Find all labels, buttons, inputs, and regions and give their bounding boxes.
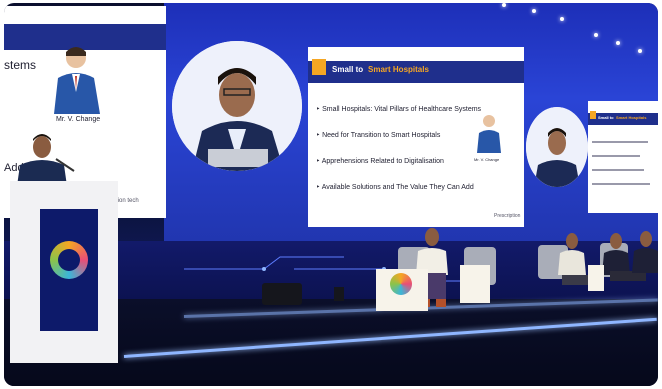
stage-equipment — [334, 287, 344, 301]
ceiling-light — [532, 9, 536, 13]
stage-monitor-speaker — [262, 283, 302, 305]
slide-bullet: ‣ Available Solutions and The Value They… — [316, 184, 474, 191]
speaker-closeup — [526, 107, 588, 187]
title-accent-block — [590, 111, 596, 119]
bullet-text: Available Solutions and The Value They C… — [321, 184, 474, 191]
table-logo — [390, 273, 412, 295]
right-projection-slide: Small to Smart Hospitals — [588, 101, 658, 213]
main-projection-slide: Small to Smart Hospitals ‣ Small Hospita… — [308, 47, 524, 227]
panelist — [632, 231, 658, 273]
ceiling-light — [502, 3, 506, 7]
avatar-caption: Mr. V. Change — [474, 157, 500, 162]
bullet-text: Apprehensions Related to Digitalisation — [321, 158, 444, 165]
bullet-text: Small Hospitals: Vital Pillars of Health… — [322, 106, 482, 113]
slide-footer-logo: Prescription — [494, 213, 521, 219]
slide-partial-title: stems — [4, 58, 37, 72]
title-accent-block — [312, 59, 326, 75]
side-table — [588, 265, 604, 291]
speaker-closeup — [172, 41, 302, 171]
ceiling-light — [560, 17, 564, 21]
presenter-avatar-icon — [54, 47, 100, 114]
speaker-video-circle-right — [526, 107, 588, 187]
slide-title-prefix: Small to — [332, 65, 364, 74]
slide-bullet-line — [592, 155, 640, 157]
slide-bullet-line — [592, 169, 644, 171]
slide-title-prefix: Small to — [598, 115, 614, 120]
slide-footer-logo: tion tech — [116, 198, 139, 204]
event-logo-center — [58, 249, 80, 271]
presenter-avatar-icon — [477, 115, 501, 153]
slide-title-highlight: Smart Hospitals — [616, 115, 647, 120]
speaker-video-circle — [172, 41, 302, 171]
ceiling-light — [594, 33, 598, 37]
slide-bullet: ‣ Need for Transition to Smart Hospitals — [316, 132, 441, 139]
slide-bullet: ‣ Small Hospitals: Vital Pillars of Heal… — [316, 106, 482, 113]
photo-frame: stems Mr. V. Change Add tion tech Small … — [4, 3, 658, 386]
slide-bullet-line — [592, 141, 648, 143]
slide-bullet: ‣ Apprehensions Related to Digitalisatio… — [316, 158, 444, 165]
slide-bullet-line — [592, 183, 650, 185]
ceiling-light — [616, 41, 620, 45]
ceiling-light — [638, 49, 642, 53]
bullet-text: Need for Transition to Smart Hospitals — [322, 132, 441, 139]
avatar-caption: Mr. V. Change — [56, 116, 101, 123]
side-table — [460, 265, 490, 303]
slide-title-highlight: Smart Hospitals — [368, 65, 429, 74]
